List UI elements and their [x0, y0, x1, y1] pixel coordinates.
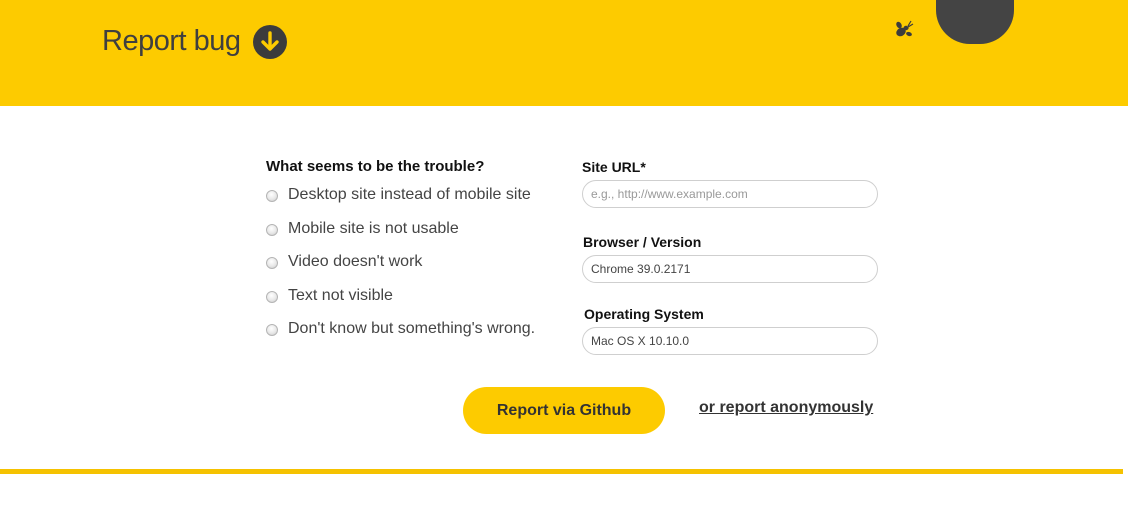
operating-system-label: Operating System: [584, 306, 704, 322]
browser-version-label: Browser / Version: [583, 234, 702, 250]
report-anonymously-link[interactable]: or report anonymously: [699, 399, 873, 417]
avatar[interactable]: [936, 0, 1014, 44]
header-bar: Report bug: [0, 0, 1128, 106]
browser-version-input[interactable]: [582, 255, 878, 283]
site-url-input[interactable]: [582, 180, 878, 208]
option-label: Mobile site is not usable: [288, 220, 459, 237]
report-via-github-button[interactable]: Report via Github: [463, 387, 665, 434]
option-label: Video doesn't work: [288, 253, 423, 270]
radio-button[interactable]: [266, 257, 278, 269]
radio-button[interactable]: [266, 190, 278, 202]
arrow-down-circle-icon[interactable]: [253, 25, 287, 59]
operating-system-input[interactable]: [582, 327, 878, 355]
option-label: Desktop site instead of mobile site: [288, 186, 531, 203]
radio-button[interactable]: [266, 291, 278, 303]
trouble-question: What seems to be the trouble?: [266, 158, 485, 175]
radio-button[interactable]: [266, 324, 278, 336]
radio-button[interactable]: [266, 224, 278, 236]
divider: [0, 469, 1123, 474]
page-title: Report bug: [102, 25, 241, 57]
option-label: Don't know but something's wrong.: [288, 320, 536, 337]
site-url-label: Site URL*: [582, 159, 646, 175]
option-label: Text not visible: [288, 287, 393, 304]
bug-icon: [896, 20, 914, 37]
